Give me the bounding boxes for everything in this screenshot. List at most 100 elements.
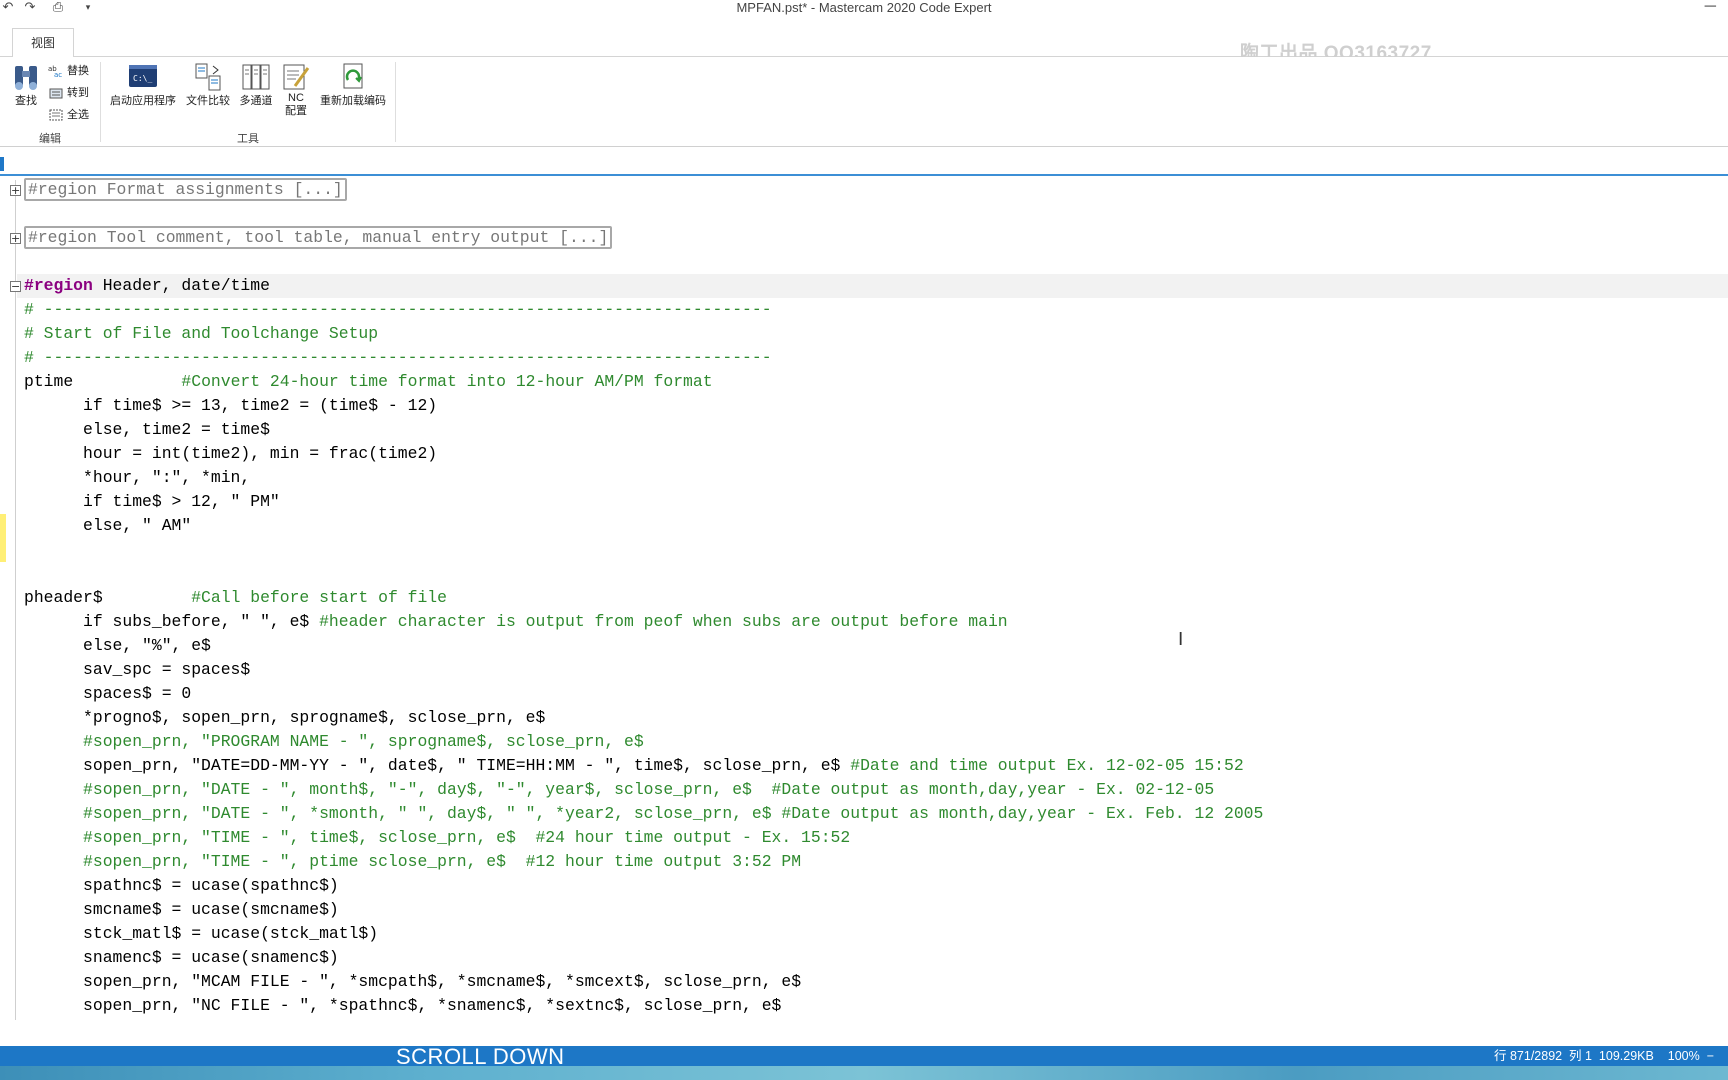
code-text: pheader$: [24, 588, 192, 607]
code-comment: #sopen_prn, "DATE - ", *smonth, " ", day…: [24, 804, 1264, 823]
code-text: snamenc$ = ucase(snamenc$): [24, 948, 339, 967]
code-line[interactable]: #sopen_prn, "DATE - ", *smonth, " ", day…: [24, 802, 1263, 826]
code-text: stck_matl$ = ucase(stck_matl$): [24, 924, 379, 943]
console-icon: C:\_: [129, 65, 157, 87]
code-line[interactable]: pheader$ #Call before start of file: [24, 586, 447, 610]
code-line[interactable]: snamenc$ = ucase(snamenc$): [24, 946, 339, 970]
code-line[interactable]: stck_matl$ = ucase(stck_matl$): [24, 922, 378, 946]
collapse-region-icon[interactable]: −: [10, 281, 21, 292]
code-line[interactable]: if subs_before, " ", e$ #header characte…: [24, 610, 1008, 634]
launch-app-button[interactable]: C:\_ 启动应用程序: [106, 62, 180, 108]
code-line[interactable]: sopen_prn, "MCAM FILE - ", *smcpath$, *s…: [24, 970, 801, 994]
svg-text:ac: ac: [54, 71, 62, 78]
bottom-band: [0, 1066, 1728, 1080]
scroll-down-caption: SCROLL DOWN: [396, 1044, 565, 1069]
print-icon[interactable]: ⎙: [50, 0, 66, 14]
redo-icon[interactable]: ↷: [22, 0, 38, 14]
code-comment: #Date and time output Ex. 12-02-05 15:52: [850, 756, 1244, 775]
code-line[interactable]: else, time2 = time$: [24, 418, 270, 442]
ribbon-tab-row: [0, 22, 1728, 57]
multichannel-icon: [242, 64, 270, 90]
nc-config-button[interactable]: NC 配置: [280, 62, 312, 118]
zoom-out-icon[interactable]: −: [1707, 1049, 1714, 1063]
collapsed-region[interactable]: #region Format assignments [...]: [24, 178, 347, 201]
file-compare-button[interactable]: 文件比较: [182, 62, 234, 108]
code-text: sopen_prn, "MCAM FILE - ", *smcpath$, *s…: [24, 972, 802, 991]
goto-button[interactable]: 转到: [48, 83, 89, 103]
code-text: hour = int(time2), min = frac(time2): [24, 444, 438, 463]
code-line[interactable]: ptime #Convert 24-hour time format into …: [24, 370, 713, 394]
expand-region-icon[interactable]: +: [10, 233, 21, 244]
multichannel-button[interactable]: 多通道: [236, 62, 276, 108]
document-tab-marker[interactable]: [0, 157, 4, 171]
code-line[interactable]: spaces$ = 0: [24, 682, 191, 706]
nc-config-label-line1: NC: [288, 92, 304, 104]
code-line[interactable]: #region Format assignments [...]: [24, 178, 347, 202]
tab-view[interactable]: 视图: [12, 28, 74, 57]
code-text: else, " AM": [24, 516, 192, 535]
fold-gutter: [15, 180, 16, 1020]
code-comment: #Convert 24-hour time format into 12-hou…: [181, 372, 713, 391]
customize-icon[interactable]: ▾: [80, 0, 96, 14]
code-line[interactable]: sopen_prn, "DATE=DD-MM-YY - ", date$, " …: [24, 754, 1244, 778]
code-line[interactable]: spathnc$ = ucase(spathnc$): [24, 874, 339, 898]
code-line[interactable]: hour = int(time2), min = frac(time2): [24, 442, 437, 466]
reload-encoding-button[interactable]: 重新加载编码: [316, 62, 390, 108]
code-text: sopen_prn, "NC FILE - ", *spathnc$, *sna…: [24, 996, 782, 1015]
code-line[interactable]: if time$ >= 13, time2 = (time$ - 12): [24, 394, 437, 418]
replace-button[interactable]: ab ac 替换: [48, 61, 89, 81]
code-line[interactable]: else, " AM": [24, 514, 191, 538]
select-all-icon: [49, 109, 63, 121]
code-line[interactable]: #sopen_prn, "TIME - ", ptime sclose_prn,…: [24, 850, 801, 874]
replace-icon: abac: [48, 65, 62, 79]
change-marker: [0, 514, 6, 562]
find-label: 查找: [15, 95, 37, 107]
nc-config-icon: [283, 64, 310, 90]
launch-app-label: 启动应用程序: [110, 95, 176, 107]
code-text: spathnc$ = ucase(spathnc$): [24, 876, 339, 895]
code-line[interactable]: *progno$, sopen_prn, sprogname$, sclose_…: [24, 706, 545, 730]
code-keyword: #region: [24, 276, 93, 295]
goto-label: 转到: [67, 87, 89, 99]
code-text: else, time2 = time$: [24, 420, 270, 439]
code-text: *hour, ":", *min,: [24, 468, 251, 487]
code-text: spaces$ = 0: [24, 684, 192, 703]
edit-group-label: 编辑: [39, 133, 61, 145]
code-line[interactable]: if time$ > 12, " PM": [24, 490, 280, 514]
code-line[interactable]: # Start of File and Toolchange Setup: [24, 322, 378, 346]
code-line[interactable]: #region Header, date/time: [24, 274, 270, 298]
code-text: *progno$, sopen_prn, sprogname$, sclose_…: [24, 708, 546, 727]
window-title: MPFAN.pst* - Mastercam 2020 Code Expert: [736, 0, 992, 15]
binoculars-icon: [15, 66, 37, 90]
expand-region-icon[interactable]: +: [10, 185, 21, 196]
code-line[interactable]: sav_spc = spaces$: [24, 658, 250, 682]
code-line[interactable]: #sopen_prn, "PROGRAM NAME - ", sprogname…: [24, 730, 644, 754]
svg-text:C:\_: C:\_: [133, 74, 152, 83]
code-text: sopen_prn, "DATE=DD-MM-YY - ", date$, " …: [24, 756, 851, 775]
code-line[interactable]: #region Tool comment, tool table, manual…: [24, 226, 613, 250]
reload-icon: [343, 63, 363, 89]
select-all-button[interactable]: 全选: [48, 105, 89, 125]
code-comment: # Start of File and Toolchange Setup: [24, 324, 379, 343]
code-line[interactable]: # --------------------------------------…: [24, 346, 772, 370]
code-line[interactable]: #sopen_prn, "DATE - ", month$, "-", day$…: [24, 778, 1214, 802]
code-line[interactable]: # --------------------------------------…: [24, 298, 772, 322]
find-button[interactable]: 查找: [10, 62, 42, 108]
zoom-level[interactable]: 100%: [1668, 1049, 1700, 1063]
code-comment: #header character is output from peof wh…: [319, 612, 1008, 631]
status-bar: [0, 1046, 1728, 1066]
file-compare-label: 文件比较: [186, 95, 230, 107]
code-line[interactable]: *hour, ":", *min,: [24, 466, 250, 490]
code-line[interactable]: sopen_prn, "NC FILE - ", *spathnc$, *sna…: [24, 994, 781, 1018]
code-text: if subs_before, " ", e$: [24, 612, 320, 631]
code-line[interactable]: #sopen_prn, "TIME - ", time$, sclose_prn…: [24, 826, 850, 850]
code-text: Header, date/time: [92, 276, 270, 295]
select-all-label: 全选: [67, 109, 89, 121]
code-line[interactable]: else, "%", e$: [24, 634, 211, 658]
minimize-button[interactable]: ─: [1705, 0, 1716, 16]
code-text: else, "%", e$: [24, 636, 211, 655]
text-cursor-icon: I: [1178, 629, 1184, 650]
undo-icon[interactable]: ↶: [0, 0, 16, 14]
collapsed-region[interactable]: #region Tool comment, tool table, manual…: [24, 226, 613, 249]
code-line[interactable]: smcname$ = ucase(smcname$): [24, 898, 339, 922]
